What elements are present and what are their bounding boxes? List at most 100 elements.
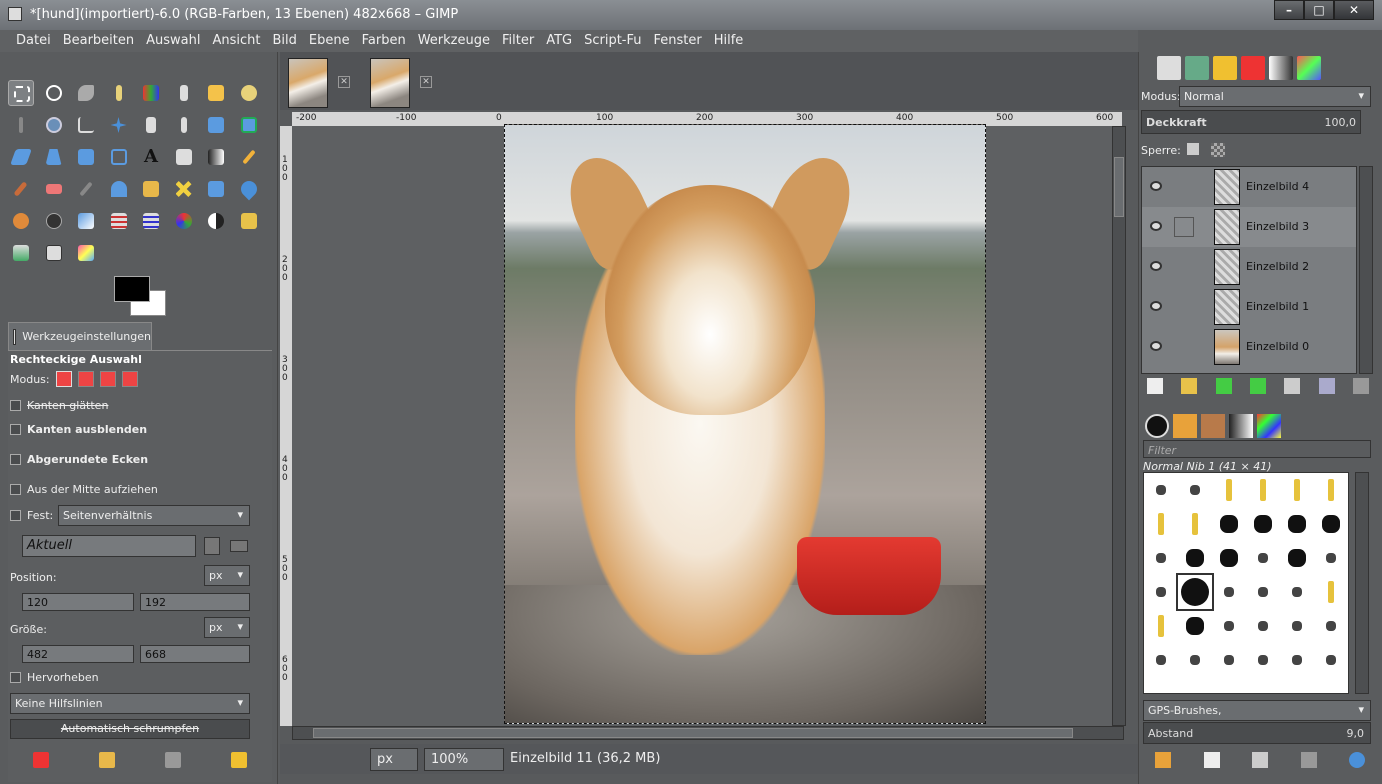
crop-tool[interactable]: [171, 112, 197, 138]
new-layer-group-icon[interactable]: [1181, 378, 1198, 394]
expand-center-row[interactable]: Aus der Mitte aufziehen: [10, 483, 158, 496]
unit-dropdown[interactable]: px: [370, 748, 418, 771]
corgi-photo[interactable]: [504, 124, 986, 724]
zoom-tool[interactable]: [41, 112, 67, 138]
position-unit-dropdown[interactable]: px: [204, 565, 250, 586]
levels-tool[interactable]: [106, 208, 132, 234]
align-tool[interactable]: [138, 112, 164, 138]
color-tool[interactable]: [41, 240, 67, 266]
antialias-checkbox[interactable]: [10, 400, 21, 411]
foreground-select-tool[interactable]: [203, 80, 229, 106]
tool-presets-tab-icon[interactable]: [1201, 414, 1225, 438]
portrait-icon[interactable]: [204, 537, 220, 555]
fixed-checkbox[interactable]: [10, 510, 21, 521]
measure-tool[interactable]: [73, 112, 99, 138]
menu-bild[interactable]: Bild: [267, 30, 303, 52]
rect-select-tool[interactable]: [8, 80, 34, 106]
image-canvas[interactable]: [292, 124, 1124, 726]
zoom-dropdown[interactable]: 100%: [424, 748, 504, 771]
foreground-color[interactable]: [114, 276, 150, 302]
autoshrink-button[interactable]: Automatisch schrumpfen: [10, 719, 250, 739]
new-layer-icon[interactable]: [1147, 378, 1163, 394]
cage-transform-tool[interactable]: [106, 144, 132, 170]
vertical-scrollbar[interactable]: [1112, 126, 1126, 726]
refresh-brushes-icon[interactable]: [1349, 752, 1365, 768]
position-y-field[interactable]: 192: [140, 593, 250, 611]
lower-layer-icon[interactable]: [1249, 378, 1266, 394]
blend-tool[interactable]: [203, 144, 229, 170]
brushes-tab-icon[interactable]: [1145, 414, 1169, 438]
threshold-tool[interactable]: [236, 208, 262, 234]
menu-werkzeuge[interactable]: Werkzeuge: [412, 30, 496, 52]
image-tab-2[interactable]: [370, 58, 410, 108]
layers-tab-icon[interactable]: [1157, 56, 1181, 80]
visibility-eye-icon[interactable]: [1150, 181, 1162, 191]
perspective-tool[interactable]: [41, 144, 67, 170]
landscape-icon[interactable]: [230, 540, 248, 552]
size-unit-dropdown[interactable]: px: [204, 617, 250, 638]
lock-alpha-icon[interactable]: [1211, 143, 1225, 157]
maximize-button[interactable]: □: [1304, 0, 1334, 20]
delete-brush-icon[interactable]: [1300, 752, 1317, 768]
menu-atg[interactable]: ATG: [540, 30, 578, 52]
opacity-field[interactable]: Deckkraft 100,0: [1141, 110, 1361, 134]
heal-tool[interactable]: [171, 176, 197, 202]
menu-hilfe[interactable]: Hilfe: [708, 30, 750, 52]
bucket-fill-tool[interactable]: [171, 144, 197, 170]
brush-grid[interactable]: [1143, 472, 1349, 694]
restore-options-icon[interactable]: [99, 752, 115, 768]
shear-tool[interactable]: [8, 144, 34, 170]
minimize-button[interactable]: –: [1274, 0, 1304, 20]
layer-row[interactable]: Einzelbild 2: [1142, 247, 1356, 287]
close-tab-1-icon[interactable]: ✕: [338, 76, 350, 88]
mode-intersect-button[interactable]: [121, 371, 138, 387]
menu-auswahl[interactable]: Auswahl: [140, 30, 206, 52]
rounded-row[interactable]: Abgerundete Ecken: [10, 453, 148, 466]
layer-row[interactable]: Einzelbild 0: [1142, 327, 1356, 367]
brush-set-dropdown[interactable]: GPS-Brushes,: [1143, 700, 1371, 721]
image-tab-1[interactable]: [288, 58, 328, 108]
aspect-field[interactable]: Aktuell: [22, 535, 196, 557]
visibility-eye-icon[interactable]: [1150, 341, 1162, 351]
close-button[interactable]: ✕: [1334, 0, 1374, 20]
color-select-tool[interactable]: [138, 80, 164, 106]
highlight-row[interactable]: Hervorheben: [10, 671, 99, 684]
delete-layer-icon[interactable]: [1352, 378, 1369, 394]
eraser-tool[interactable]: [41, 176, 67, 202]
pencil-tool[interactable]: [236, 144, 262, 170]
anchor-layer-icon[interactable]: [1318, 378, 1335, 394]
save-options-icon[interactable]: [33, 752, 49, 768]
duplicate-brush-icon[interactable]: [1252, 752, 1268, 768]
menu-script-fu[interactable]: Script-Fu: [578, 30, 647, 52]
mode-add-button[interactable]: [77, 371, 94, 387]
spacing-field[interactable]: Abstand 9,0: [1143, 722, 1371, 744]
brushes-scrollbar[interactable]: [1355, 472, 1369, 694]
scissors-tool[interactable]: [171, 80, 197, 106]
menu-bearbeiten[interactable]: Bearbeiten: [57, 30, 140, 52]
dodge-burn-tool[interactable]: [41, 208, 67, 234]
chain-toggle[interactable]: [1174, 217, 1194, 237]
desaturate-tool[interactable]: [73, 208, 99, 234]
gradient-map-tool[interactable]: [73, 240, 99, 266]
paintbrush-tool[interactable]: [8, 176, 34, 202]
brightness-contrast-tool[interactable]: [203, 208, 229, 234]
visibility-eye-icon[interactable]: [1150, 261, 1162, 271]
paths-tab-icon[interactable]: [1185, 56, 1209, 80]
tool-options-tab[interactable]: Werkzeugeinstellungen: [8, 322, 152, 350]
move-tool[interactable]: [106, 112, 132, 138]
color-picker-tool[interactable]: [8, 112, 34, 138]
patterns-tab-icon[interactable]: [1173, 414, 1197, 438]
duplicate-layer-icon[interactable]: [1284, 378, 1301, 394]
antialias-row[interactable]: Kanten glätten: [10, 399, 108, 412]
text-tool[interactable]: A: [138, 144, 164, 170]
menu-farben[interactable]: Farben: [356, 30, 412, 52]
palettes-tab-icon[interactable]: [1297, 56, 1321, 80]
layer-row[interactable]: Einzelbild 1: [1142, 287, 1356, 327]
menu-fenster[interactable]: Fenster: [648, 30, 708, 52]
airbrush-tool[interactable]: [73, 176, 99, 202]
menu-ansicht[interactable]: Ansicht: [206, 30, 266, 52]
menu-ebene[interactable]: Ebene: [303, 30, 356, 52]
ellipse-select-tool[interactable]: [41, 80, 67, 106]
rotate-tool[interactable]: [203, 112, 229, 138]
channels-tab-icon[interactable]: [1241, 56, 1265, 80]
